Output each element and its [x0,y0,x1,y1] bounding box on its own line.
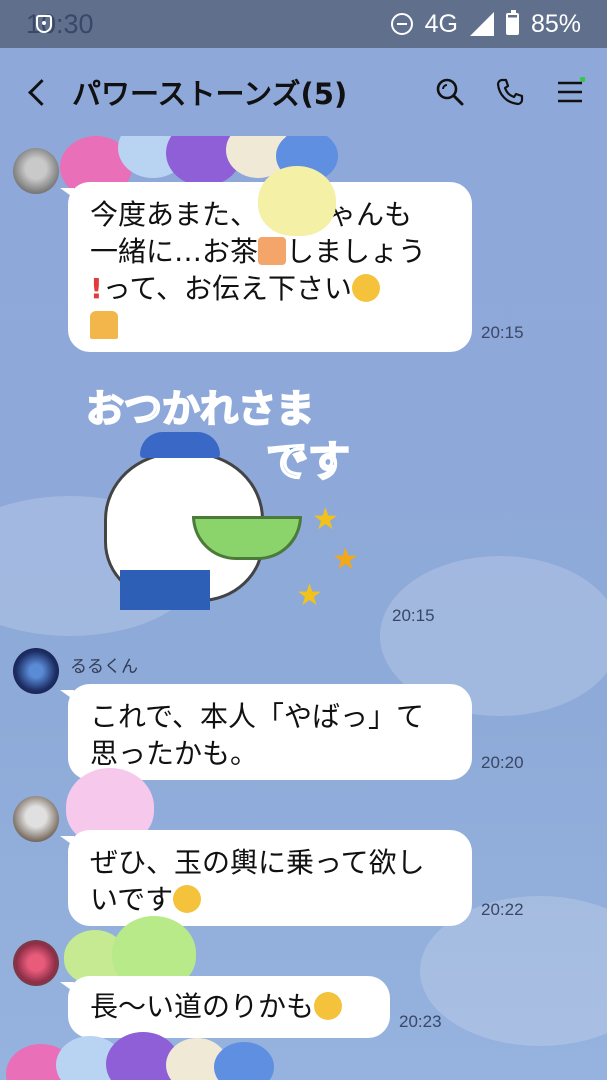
sticker-text: です [265,436,351,487]
message-time: 20:15 [481,323,524,342]
battery-percent: 85% [530,9,581,38]
message-bubble[interactable]: 長〜い道のりかも [60,976,390,1038]
message-text: 長〜い道のりかも [90,990,315,1023]
avatar[interactable] [13,940,59,986]
do-not-disturb-icon [390,13,413,35]
cap-icon [140,432,220,458]
star-icon: ★ [312,502,339,537]
message-text: 思ったかも。 [90,737,259,770]
avatar[interactable] [13,148,59,194]
message-text: いです [90,883,174,916]
apron-icon [120,570,210,610]
folded-hands-emoji-icon [90,311,118,339]
star-icon: ★ [296,578,323,613]
pleading-face-emoji-icon [314,992,343,1020]
laughing-face-emoji-icon [173,885,202,913]
sender-name: るるくん [70,657,138,677]
exclamation-emoji-icon: ! [90,272,103,305]
signal-icon [469,12,494,36]
message-text: これで、本人「やばっ」て [90,700,425,733]
menu-icon[interactable] [555,77,585,107]
chat-area[interactable]: 今度あまた、 ちゃんも 一緒に…お茶 しましょう !って、お伝え下さい 20:15… [0,136,607,1080]
heart-decoration [258,166,336,236]
star-icon: ★ [332,542,359,577]
message-time: 20:20 [481,753,524,772]
cake-emoji-icon [258,237,287,265]
chat-title: パワーストーンズ(5) [72,77,348,111]
battery-icon [505,10,519,35]
avatar[interactable] [13,796,59,842]
message-bubble[interactable]: これで、本人「やばっ」て 思ったかも。 [60,684,472,780]
status-right: 4G 85% [390,9,581,39]
message-time: 20:22 [481,900,524,919]
status-bar: 10:30 4G 85% [0,0,607,48]
shield-icon [36,15,52,33]
chat-header: パワーストーンズ(5) [0,48,607,136]
message-time: 20:15 [392,606,435,625]
message-text: ぜひ、玉の輿に乗って欲し [90,846,425,879]
message-time: 20:23 [399,1012,442,1031]
back-icon[interactable] [22,75,56,109]
sticker-text: おつかれさま [85,386,315,432]
search-icon[interactable] [435,77,465,107]
avatar[interactable] [13,648,59,694]
network-type: 4G [424,9,458,38]
header-actions [435,77,585,107]
message-bubble[interactable]: ぜひ、玉の輿に乗って欲し いです [60,830,472,926]
sticker[interactable]: おつかれさま です ★ ★ ★ [80,372,380,613]
hugging-face-emoji-icon [351,274,380,302]
phone-icon[interactable] [495,77,525,107]
